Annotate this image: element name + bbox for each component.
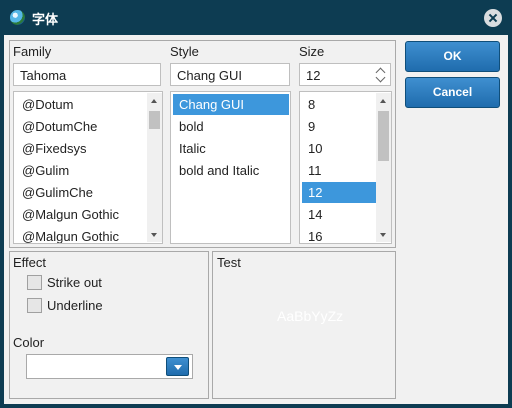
underline-label[interactable]: Underline — [47, 298, 103, 313]
size-item[interactable]: 16 — [302, 226, 376, 243]
size-list[interactable]: 8 9 10 11 12 14 16 — [299, 91, 392, 244]
title-bar[interactable]: 字体 — [0, 0, 512, 35]
style-list[interactable]: Chang GUI bold Italic bold and Italic — [170, 91, 291, 244]
underline-checkbox[interactable] — [27, 298, 42, 313]
test-group: Test AaBbYyZz — [212, 251, 396, 399]
family-item[interactable]: @Fixedsys — [16, 138, 146, 159]
effect-group: Effect Strike out Underline Color — [9, 251, 209, 399]
spin-down-icon[interactable] — [377, 77, 385, 82]
style-label: Style — [170, 44, 199, 59]
style-input[interactable]: Chang GUI — [170, 63, 290, 86]
cancel-button[interactable]: Cancel — [405, 77, 500, 108]
scroll-thumb[interactable] — [149, 111, 160, 129]
family-item[interactable]: @Malgun Gothic — [16, 226, 146, 243]
effect-label: Effect — [13, 255, 47, 270]
chevron-down-icon[interactable] — [166, 357, 189, 376]
style-item-selected[interactable]: Chang GUI — [173, 94, 289, 115]
size-item[interactable]: 9 — [302, 116, 376, 137]
scroll-up-icon[interactable] — [151, 99, 157, 103]
family-label: Family — [13, 44, 52, 59]
scroll-down-icon[interactable] — [151, 233, 157, 237]
style-item[interactable]: bold — [173, 116, 289, 137]
family-item[interactable]: @Gulim — [16, 160, 146, 181]
size-item[interactable]: 8 — [302, 94, 376, 115]
family-item[interactable]: @DotumChe — [16, 116, 146, 137]
font-selection-group: Family Tahoma @Dotum @DotumChe @Fixedsys… — [9, 40, 396, 248]
style-item[interactable]: Italic — [173, 138, 289, 159]
family-item[interactable]: @Dotum — [16, 94, 146, 115]
test-label: Test — [217, 255, 241, 270]
globe-icon — [10, 10, 25, 25]
family-item[interactable]: @Malgun Gothic — [16, 204, 146, 225]
ok-button[interactable]: OK — [405, 41, 500, 72]
size-item[interactable]: 10 — [302, 138, 376, 159]
size-item[interactable]: 14 — [302, 204, 376, 225]
size-scrollbar[interactable] — [376, 93, 391, 242]
family-list[interactable]: @Dotum @DotumChe @Fixedsys @Gulim @Gulim… — [13, 91, 163, 244]
size-item[interactable]: 11 — [302, 160, 376, 181]
family-item[interactable]: @GulimChe — [16, 182, 146, 203]
dialog-body: Family Tahoma @Dotum @DotumChe @Fixedsys… — [4, 35, 508, 404]
family-scrollbar[interactable] — [147, 93, 162, 242]
font-dialog: 字体 Family Tahoma @Dotum @DotumChe @Fixed… — [0, 0, 512, 408]
color-label: Color — [13, 335, 45, 350]
family-input[interactable]: Tahoma — [13, 63, 161, 86]
font-preview-text: AaBbYyZz — [277, 308, 344, 324]
color-select[interactable] — [26, 354, 193, 379]
close-icon[interactable] — [484, 9, 502, 27]
scroll-down-icon[interactable] — [380, 233, 386, 237]
scroll-up-icon[interactable] — [380, 99, 386, 103]
style-item[interactable]: bold and Italic — [173, 160, 289, 181]
size-item-selected[interactable]: 12 — [302, 182, 376, 203]
scroll-thumb[interactable] — [378, 111, 389, 161]
strike-out-checkbox[interactable] — [27, 275, 42, 290]
size-label: Size — [299, 44, 325, 59]
window-title: 字体 — [32, 13, 59, 28]
strike-out-label[interactable]: Strike out — [47, 275, 102, 290]
